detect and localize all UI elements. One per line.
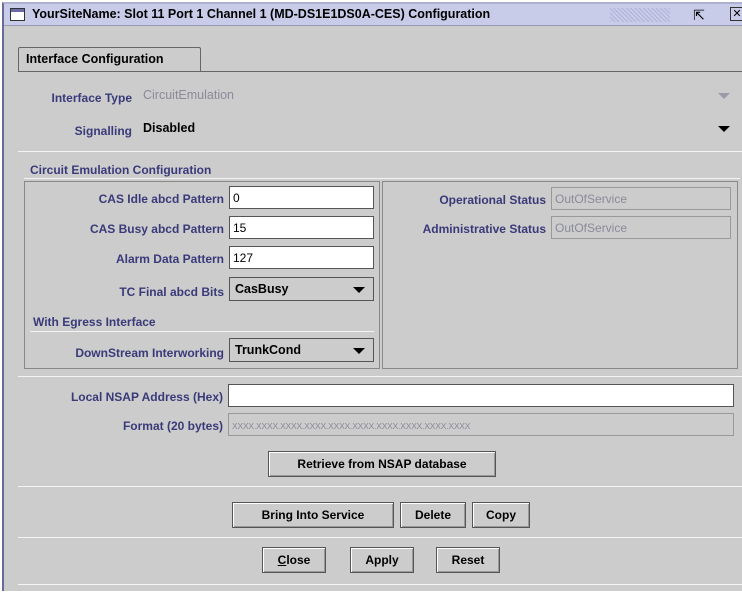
divider [18, 537, 742, 538]
chevron-down-icon [718, 93, 730, 99]
administrative-status-label: Administrative Status [422, 222, 546, 236]
signalling-label: Signalling [74, 124, 132, 138]
title-grip [610, 8, 670, 22]
divider [18, 376, 742, 377]
downstream-select[interactable]: TrunkCond [229, 338, 374, 362]
chevron-down-icon [353, 287, 365, 293]
tc-final-select[interactable]: CasBusy [229, 277, 374, 301]
nsap-address-input[interactable] [228, 384, 734, 407]
alarm-data-label: Alarm Data Pattern [115, 252, 224, 266]
divider [18, 151, 742, 152]
operational-status-label: Operational Status [439, 193, 546, 207]
alarm-data-input[interactable]: 127 [229, 246, 374, 269]
cas-busy-input[interactable]: 15 [229, 216, 374, 239]
egress-title: With Egress Interface [33, 315, 156, 329]
window-icon [10, 8, 25, 21]
cas-busy-label: CAS Busy abcd Pattern [89, 222, 224, 236]
cas-idle-input[interactable]: 0 [229, 186, 374, 209]
signalling-value: Disabled [143, 121, 196, 135]
downstream-label: DownStream Interworking [75, 346, 224, 360]
title-bar[interactable]: YourSiteName: Slot 11 Port 1 Channel 1 (… [4, 4, 742, 26]
nsap-format-field: XXXX.XXXX.XXXX.XXXX.XXXX.XXXX.XXXX.XXXX.… [228, 413, 734, 436]
bring-into-service-button[interactable]: Bring Into Service [232, 502, 394, 528]
close-button[interactable]: Close [262, 547, 326, 573]
nsap-format-label: Format (20 bytes) [122, 419, 223, 433]
administrative-status-field: OutOfService [551, 216, 731, 239]
restore-icon[interactable]: ⇱ [690, 6, 708, 24]
copy-button[interactable]: Copy [472, 502, 530, 528]
interface-type-select: CircuitEmulation [138, 84, 738, 108]
interface-type-value: CircuitEmulation [143, 88, 235, 102]
operational-status-field: OutOfService [551, 187, 731, 210]
downstream-value: TrunkCond [235, 343, 301, 357]
divider [24, 178, 740, 179]
nsap-address-label: Local NSAP Address (Hex) [70, 390, 223, 404]
divider [18, 584, 742, 585]
reset-button[interactable]: Reset [436, 547, 500, 573]
close-label: lose [286, 553, 311, 567]
tc-final-label: TC Final abcd Bits [119, 285, 224, 299]
close-icon[interactable]: ✕ [730, 7, 742, 21]
tab-interface-configuration[interactable]: Interface Configuration [18, 47, 201, 71]
tc-final-value: CasBusy [235, 282, 289, 296]
delete-button[interactable]: Delete [400, 502, 466, 528]
cas-idle-label: CAS Idle abcd Pattern [98, 192, 224, 206]
divider [30, 331, 374, 332]
retrieve-nsap-button[interactable]: Retrieve from NSAP database [268, 451, 496, 477]
window-title: YourSiteName: Slot 11 Port 1 Channel 1 (… [32, 7, 491, 21]
signalling-select[interactable]: Disabled [138, 117, 738, 141]
section-title: Circuit Emulation Configuration [30, 163, 212, 177]
chevron-down-icon [718, 126, 730, 132]
apply-button[interactable]: Apply [350, 547, 414, 573]
tab-underline [18, 71, 742, 72]
divider [18, 486, 742, 487]
interface-type-label: Interface Type [51, 91, 132, 105]
chevron-down-icon [353, 348, 365, 354]
